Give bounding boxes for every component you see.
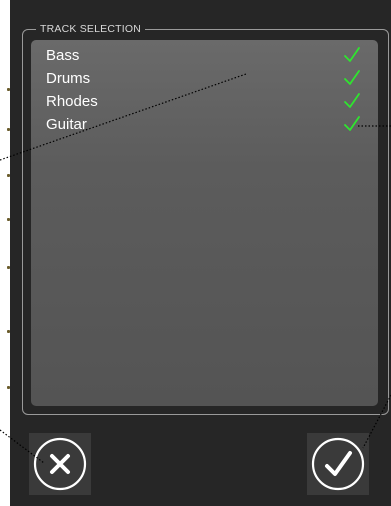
track-label: Rhodes xyxy=(46,93,98,110)
track-item-bass[interactable]: Bass xyxy=(31,44,378,67)
checkmark-icon xyxy=(344,116,360,131)
cancel-button[interactable] xyxy=(29,433,91,495)
checkmark-icon xyxy=(344,93,360,108)
track-label: Guitar xyxy=(46,116,87,133)
track-label: Bass xyxy=(46,47,80,64)
track-item-rhodes[interactable]: Rhodes xyxy=(31,90,378,113)
track-item-drums[interactable]: Drums xyxy=(31,67,378,90)
checkmark-icon xyxy=(344,47,360,62)
checkmark-icon xyxy=(311,437,365,491)
track-list[interactable]: Bass Drums Rhodes Guitar xyxy=(31,40,378,406)
checkmark-icon xyxy=(344,70,360,85)
track-item-guitar[interactable]: Guitar xyxy=(31,113,378,136)
left-edge-strip xyxy=(0,0,10,506)
close-x-icon xyxy=(33,437,87,491)
track-label: Drums xyxy=(46,70,91,87)
confirm-button[interactable] xyxy=(307,433,369,495)
track-selection-legend: TRACK SELECTION xyxy=(36,22,146,36)
